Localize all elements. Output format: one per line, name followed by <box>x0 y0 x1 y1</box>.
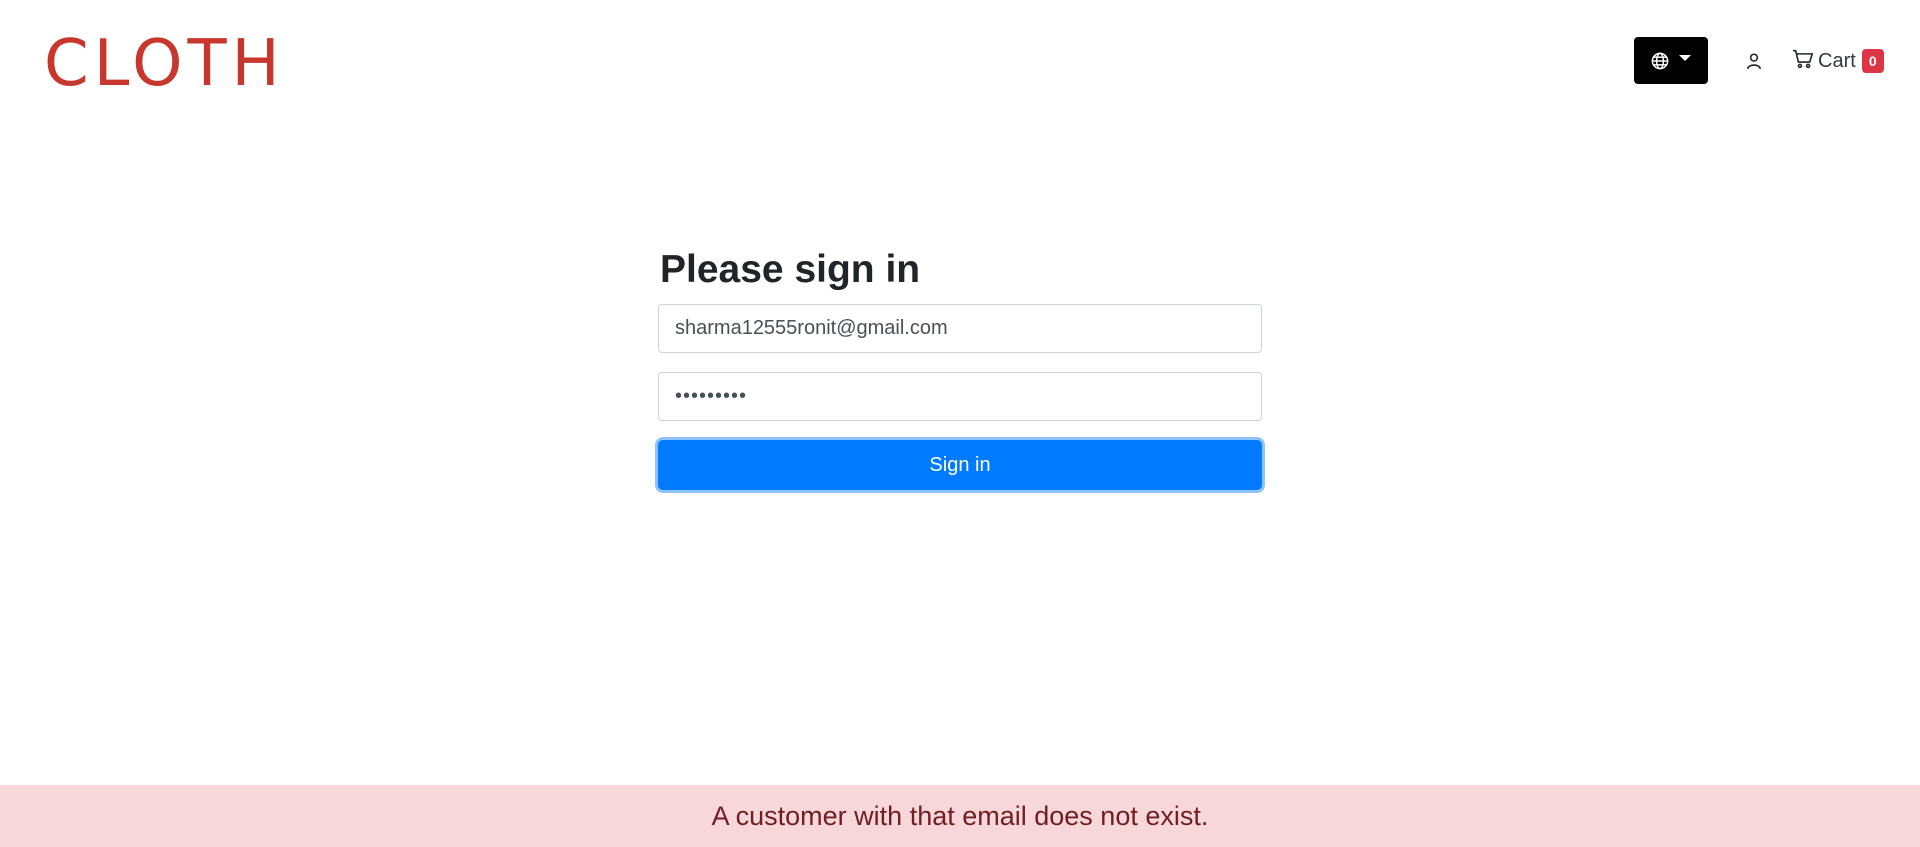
email-field[interactable] <box>658 304 1262 353</box>
cart-link[interactable]: Cart 0 <box>1792 46 1884 76</box>
password-field[interactable]: ••••••••• <box>658 372 1262 421</box>
sign-in-button[interactable]: Sign in <box>658 440 1262 490</box>
globe-icon <box>1651 52 1669 70</box>
user-icon <box>1745 52 1763 75</box>
cart-label: Cart <box>1818 49 1856 72</box>
alert-message: A customer with that email does not exis… <box>711 800 1209 831</box>
page: CLOTH Cart 0 Please sign in sharma12555r… <box>0 0 1920 847</box>
account-link[interactable] <box>1740 49 1768 77</box>
language-dropdown-button[interactable] <box>1634 37 1708 84</box>
cart-count-badge: 0 <box>1861 49 1884 73</box>
site-header: CLOTH Cart 0 <box>0 0 1920 120</box>
chevron-down-icon <box>1679 54 1691 61</box>
signin-form: Please sign in ••••••••• Sign in <box>658 245 1262 490</box>
site-logo[interactable]: CLOTH <box>44 26 285 102</box>
page-title: Please sign in <box>660 248 921 291</box>
cart-icon <box>1792 49 1814 74</box>
error-alert: A customer with that email does not exis… <box>0 785 1920 847</box>
